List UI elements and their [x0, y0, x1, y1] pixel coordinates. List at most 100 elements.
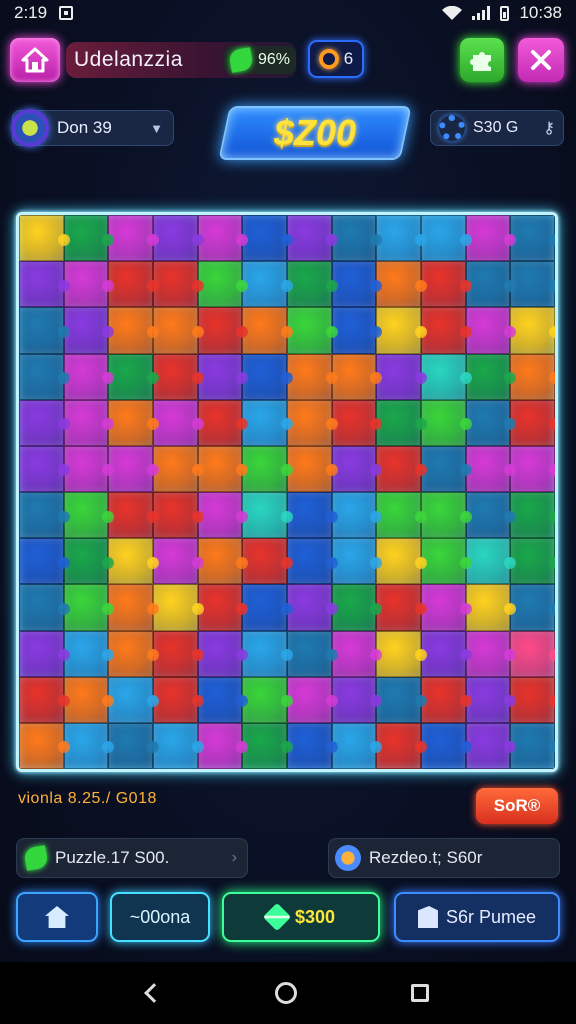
puzzle-piece[interactable] — [108, 399, 159, 446]
puzzle-piece[interactable] — [331, 722, 382, 769]
puzzle-piece[interactable] — [197, 261, 248, 308]
puzzle-piece[interactable] — [465, 261, 516, 308]
reward-info-field[interactable]: Rezdeo.t; S60r — [328, 838, 560, 878]
puzzle-piece[interactable] — [108, 722, 159, 769]
puzzle-piece[interactable] — [108, 630, 159, 677]
home-button[interactable] — [10, 38, 60, 82]
puzzle-piece[interactable] — [197, 492, 248, 539]
puzzle-piece[interactable] — [465, 307, 516, 354]
puzzle-piece[interactable] — [19, 722, 70, 769]
puzzle-piece[interactable] — [197, 584, 248, 631]
puzzle-piece[interactable] — [510, 399, 555, 446]
puzzle-piece[interactable] — [197, 538, 248, 585]
close-button[interactable] — [518, 38, 564, 82]
puzzle-piece[interactable] — [331, 538, 382, 585]
puzzle-piece[interactable] — [19, 215, 70, 262]
puzzle-piece[interactable] — [376, 307, 427, 354]
puzzle-piece[interactable] — [108, 307, 159, 354]
puzzle-piece[interactable] — [287, 399, 338, 446]
puzzle-piece[interactable] — [331, 630, 382, 677]
puzzle-piece[interactable] — [465, 630, 516, 677]
puzzle-piece[interactable] — [510, 261, 555, 308]
buy-button[interactable]: $300 — [222, 892, 380, 942]
share-button[interactable]: S6r Pumee — [394, 892, 560, 942]
puzzle-piece[interactable] — [465, 676, 516, 723]
puzzle-piece[interactable] — [510, 722, 555, 769]
puzzle-piece[interactable] — [63, 261, 114, 308]
puzzle-piece[interactable] — [510, 353, 555, 400]
puzzle-piece[interactable] — [63, 399, 114, 446]
puzzle-piece[interactable] — [63, 630, 114, 677]
puzzle-piece[interactable] — [19, 353, 70, 400]
puzzle-piece[interactable] — [331, 399, 382, 446]
puzzle-piece[interactable] — [331, 353, 382, 400]
puzzle-piece[interactable] — [510, 630, 555, 677]
puzzle-piece[interactable] — [242, 492, 293, 539]
puzzle-piece[interactable] — [242, 445, 293, 492]
puzzle-piece[interactable] — [197, 445, 248, 492]
puzzle-piece[interactable] — [465, 399, 516, 446]
puzzle-piece[interactable] — [510, 676, 555, 723]
puzzle-piece[interactable] — [421, 722, 472, 769]
puzzle-piece[interactable] — [242, 722, 293, 769]
puzzle-piece[interactable] — [63, 445, 114, 492]
puzzle-piece[interactable] — [465, 584, 516, 631]
puzzle-piece[interactable] — [331, 215, 382, 262]
puzzle-piece[interactable] — [63, 353, 114, 400]
puzzle-piece[interactable] — [153, 722, 204, 769]
puzzle-piece[interactable] — [197, 399, 248, 446]
puzzle-piece[interactable] — [108, 445, 159, 492]
puzzle-piece[interactable] — [242, 538, 293, 585]
puzzle-piece[interactable] — [510, 445, 555, 492]
puzzle-piece[interactable] — [376, 676, 427, 723]
puzzle-piece[interactable] — [242, 399, 293, 446]
puzzle-piece[interactable] — [331, 445, 382, 492]
puzzle-piece[interactable] — [510, 538, 555, 585]
puzzle-piece[interactable] — [421, 492, 472, 539]
puzzle-piece[interactable] — [421, 353, 472, 400]
puzzle-piece[interactable] — [331, 676, 382, 723]
puzzle-piece[interactable] — [153, 215, 204, 262]
puzzle-piece[interactable] — [465, 215, 516, 262]
puzzle-piece[interactable] — [153, 307, 204, 354]
puzzle-piece[interactable] — [63, 307, 114, 354]
puzzle-piece[interactable] — [376, 492, 427, 539]
puzzle-piece[interactable] — [376, 399, 427, 446]
puzzle-piece[interactable] — [510, 584, 555, 631]
puzzle-piece[interactable] — [287, 445, 338, 492]
puzzle-piece[interactable] — [510, 492, 555, 539]
puzzle-piece[interactable] — [376, 722, 427, 769]
puzzle-piece[interactable] — [19, 399, 70, 446]
puzzle-piece[interactable] — [421, 307, 472, 354]
puzzle-piece[interactable] — [287, 722, 338, 769]
puzzle-piece[interactable] — [153, 676, 204, 723]
puzzle-piece[interactable] — [63, 722, 114, 769]
puzzle-piece[interactable] — [376, 261, 427, 308]
puzzle-piece[interactable] — [331, 307, 382, 354]
puzzle-piece[interactable] — [331, 261, 382, 308]
zoom-button[interactable]: ~00ona — [110, 892, 210, 942]
puzzle-piece[interactable] — [153, 630, 204, 677]
puzzle-piece[interactable] — [242, 261, 293, 308]
puzzle-piece[interactable] — [108, 492, 159, 539]
puzzle-piece[interactable] — [63, 584, 114, 631]
puzzle-piece[interactable] — [465, 722, 516, 769]
puzzle-piece[interactable] — [108, 215, 159, 262]
puzzle-board[interactable] — [16, 212, 558, 772]
puzzle-piece[interactable] — [376, 445, 427, 492]
puzzle-piece[interactable] — [376, 630, 427, 677]
puzzle-piece[interactable] — [242, 215, 293, 262]
puzzle-piece[interactable] — [63, 215, 114, 262]
puzzle-piece[interactable] — [63, 492, 114, 539]
puzzle-piece[interactable] — [287, 630, 338, 677]
puzzle-piece[interactable] — [465, 538, 516, 585]
puzzle-piece[interactable] — [108, 353, 159, 400]
puzzle-piece[interactable] — [376, 353, 427, 400]
puzzle-piece[interactable] — [465, 353, 516, 400]
puzzle-piece[interactable] — [287, 261, 338, 308]
puzzle-piece[interactable] — [421, 630, 472, 677]
puzzle-piece[interactable] — [421, 538, 472, 585]
puzzle-piece[interactable] — [19, 307, 70, 354]
puzzle-piece[interactable] — [197, 215, 248, 262]
puzzle-piece[interactable] — [153, 399, 204, 446]
